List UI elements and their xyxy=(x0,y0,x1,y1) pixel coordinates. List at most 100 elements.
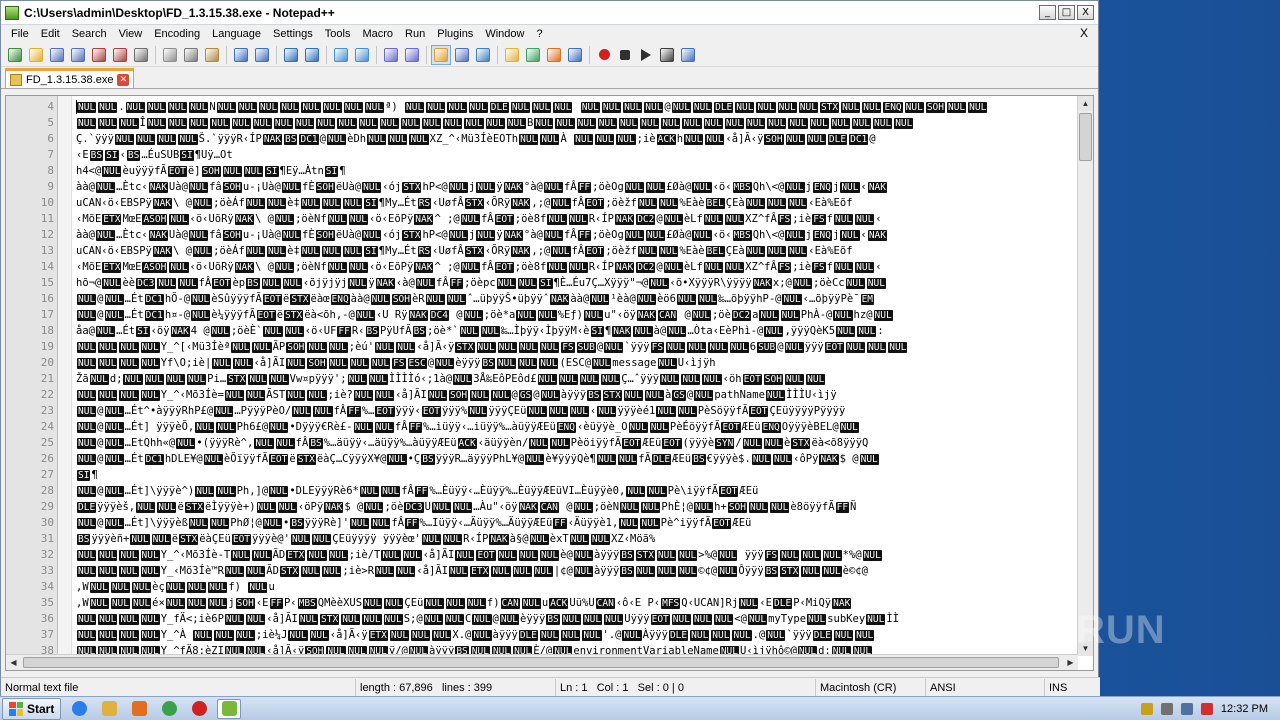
save-button[interactable] xyxy=(47,45,67,65)
horizontal-scroll-thumb[interactable] xyxy=(23,657,1059,668)
control-char: NUL xyxy=(573,566,593,577)
start-button[interactable]: Start xyxy=(2,697,62,720)
text-line: NUL @ NUL …Ét DC1 hÕ-@ NUL èSûÿÿÿfÃ EOT ë STX ëàœ EN… xyxy=(76,291,1080,307)
text-run: £Øà@ xyxy=(666,229,692,241)
control-char: NUL xyxy=(231,550,251,561)
sync-h-button[interactable] xyxy=(402,45,422,65)
security-icon[interactable] xyxy=(1200,702,1213,715)
horizontal-scrollbar[interactable]: ◀ ▶ xyxy=(6,654,1078,670)
line-number: 14 xyxy=(40,260,54,273)
control-char: NUL xyxy=(667,326,687,337)
menu-run[interactable]: Run xyxy=(399,28,431,40)
control-char: NUL xyxy=(718,566,738,577)
all-chars-button[interactable] xyxy=(452,45,472,65)
clock[interactable]: 12:32 PM xyxy=(1221,703,1268,715)
menu-settings[interactable]: Settings xyxy=(267,28,319,40)
vertical-scrollbar[interactable]: ▲ ▼ xyxy=(1077,96,1093,656)
control-char: NUL xyxy=(374,422,394,433)
monitoring-button[interactable] xyxy=(565,45,585,65)
text-run: Y_^‹Mõ3Íè-T xyxy=(160,549,231,561)
stop-macro-button[interactable] xyxy=(615,45,635,65)
undo-button[interactable] xyxy=(231,45,251,65)
play-macro-button[interactable] xyxy=(636,45,656,65)
text-run: Ç…ˆÿÿÿ xyxy=(621,373,660,385)
close-button[interactable] xyxy=(89,45,109,65)
control-char: NUL xyxy=(604,614,624,625)
record-macro-button[interactable] xyxy=(594,45,614,65)
tab-fd-exe[interactable]: FD_1.3.15.38.exe ✕ xyxy=(5,68,135,88)
folder-workspace-button[interactable] xyxy=(544,45,564,65)
redo-button[interactable] xyxy=(252,45,272,65)
open-button[interactable] xyxy=(26,45,46,65)
volume-icon[interactable] xyxy=(1180,702,1193,715)
editor-area[interactable]: 4 5 6 7 8 9 10 11 12 13 14 15 16 17 18 19 20 21 22 23 24 25 26… xyxy=(5,95,1094,671)
menu-view[interactable]: View xyxy=(113,28,149,40)
taskbar-stop-button[interactable] xyxy=(187,699,211,719)
minimize-button[interactable]: _ xyxy=(1039,5,1056,20)
menu-file[interactable]: File xyxy=(5,28,35,40)
control-char: NUL xyxy=(275,438,295,449)
taskbar-explorer-button[interactable] xyxy=(97,699,121,719)
word-wrap-button[interactable] xyxy=(431,44,451,65)
control-char: NUL xyxy=(321,246,342,257)
tab-close-icon[interactable]: ✕ xyxy=(117,73,130,86)
close-all-button[interactable] xyxy=(110,45,130,65)
cut-button[interactable] xyxy=(160,45,180,65)
function-list-button[interactable] xyxy=(523,45,543,65)
save-all-button[interactable] xyxy=(68,45,88,65)
sync-v-button[interactable] xyxy=(381,45,401,65)
text-run: x;@ xyxy=(772,277,792,289)
print-button[interactable] xyxy=(131,45,151,65)
doc-map-button[interactable] xyxy=(502,45,522,65)
vertical-scroll-thumb[interactable] xyxy=(1079,113,1092,161)
control-char: NUL xyxy=(763,438,783,449)
control-char: NUL xyxy=(119,630,139,641)
taskbar-media-player-button[interactable] xyxy=(127,699,151,719)
indent-guide-button[interactable] xyxy=(473,45,493,65)
copy-button[interactable] xyxy=(181,45,201,65)
control-char: NUL xyxy=(77,614,97,625)
control-char: NUL xyxy=(596,454,617,465)
control-char: BS xyxy=(764,566,779,577)
control-char: MBS xyxy=(732,182,752,193)
maximize-button[interactable]: □ xyxy=(1058,5,1075,20)
zoom-out-button[interactable] xyxy=(352,45,372,65)
replace-button[interactable] xyxy=(302,45,322,65)
scroll-left-icon[interactable]: ◀ xyxy=(6,655,21,670)
close-button[interactable]: X xyxy=(1077,5,1094,20)
menu-plugins[interactable]: Plugins xyxy=(431,28,479,40)
run-macro-multiple-button[interactable] xyxy=(657,45,677,65)
new-button[interactable] xyxy=(5,45,25,65)
flag-icon[interactable] xyxy=(1140,702,1153,715)
network-icon[interactable] xyxy=(1160,702,1173,715)
menu-encoding[interactable]: Encoding xyxy=(148,28,206,40)
text-run: ,W xyxy=(76,597,89,609)
save-macro-button[interactable] xyxy=(678,45,698,65)
taskbar-notepadpp-button[interactable] xyxy=(217,698,242,719)
menu-tools[interactable]: Tools xyxy=(319,28,357,40)
find-button[interactable] xyxy=(281,45,301,65)
menu-language[interactable]: Language xyxy=(206,28,267,40)
taskbar-chrome-button[interactable] xyxy=(157,699,181,719)
paste-button[interactable] xyxy=(202,45,222,65)
text-run: / xyxy=(735,437,742,449)
menu-help[interactable]: ? xyxy=(530,28,548,40)
text-run: @ xyxy=(97,485,104,497)
menu-macro[interactable]: Macro xyxy=(356,28,399,40)
scroll-up-icon[interactable]: ▲ xyxy=(1078,96,1093,111)
zoom-in-button[interactable] xyxy=(331,45,351,65)
menu-window[interactable]: Window xyxy=(479,28,530,40)
close-document-button[interactable]: X xyxy=(1080,26,1088,40)
control-char: NUL xyxy=(894,118,914,129)
scroll-right-icon[interactable]: ▶ xyxy=(1063,655,1078,670)
taskbar-ie-button[interactable] xyxy=(67,699,91,719)
text-run: ¶Eÿ…Àtn xyxy=(279,165,324,177)
control-char: NUL xyxy=(140,390,160,401)
line-number: 30 xyxy=(40,516,54,529)
notepadpp-window: C:\Users\admin\Desktop\FD_1.3.15.38.exe … xyxy=(0,0,1100,697)
text-run: f xyxy=(826,261,833,273)
menu-search[interactable]: Search xyxy=(66,28,113,40)
menu-edit[interactable]: Edit xyxy=(35,28,66,40)
text-run: ‹à@ xyxy=(395,277,415,289)
control-char: NUL xyxy=(604,342,624,353)
